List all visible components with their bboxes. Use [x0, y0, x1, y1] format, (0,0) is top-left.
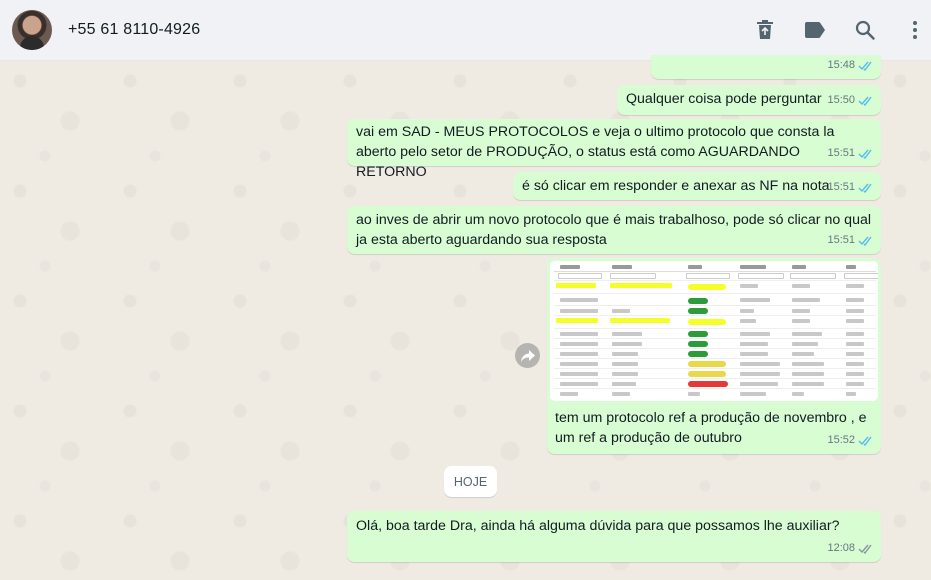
message-text: ao inves de abrir um novo protocolo que … — [356, 212, 871, 248]
message-time: 15:48 — [827, 59, 855, 71]
read-ticks-icon — [858, 61, 872, 71]
read-ticks-icon — [858, 436, 872, 446]
sheet-header-row — [554, 263, 876, 272]
menu-icon[interactable] — [903, 18, 927, 42]
read-ticks-icon — [858, 149, 872, 159]
protocol-screenshot-image[interactable] — [550, 261, 878, 401]
sheet-row — [554, 380, 876, 389]
read-ticks-icon — [858, 183, 872, 193]
search-icon[interactable] — [853, 18, 877, 42]
sheet-row — [554, 307, 876, 316]
message-bubble[interactable]: vai em SAD - MEUS PROTOCOLOS e veja o ul… — [347, 119, 881, 180]
sheet-row — [554, 360, 876, 369]
sheet-row — [554, 296, 876, 306]
message-text: tem um protocolo ref a produção de novem… — [555, 410, 867, 446]
message-time: 15:51 — [827, 181, 855, 193]
label-icon[interactable] — [803, 18, 827, 42]
delivered-ticks-icon — [858, 544, 872, 554]
message-bubble[interactable]: 15:48 — [651, 55, 881, 79]
day-divider: HOJE — [444, 466, 497, 497]
sheet-row — [554, 350, 876, 359]
message-text: Olá, boa tarde Dra, ainda há alguma dúvi… — [356, 518, 840, 534]
sheet-row-highlighted — [554, 282, 876, 294]
message-time: 12:08 — [827, 542, 855, 554]
sheet-row — [554, 370, 876, 379]
message-bubble[interactable]: Olá, boa tarde Dra, ainda há alguma dúvi… — [347, 511, 881, 562]
message-time: 15:50 — [827, 94, 855, 106]
message-bubble[interactable]: Qualquer coisa pode perguntar 15:50 — [617, 85, 881, 115]
message-time: 15:51 — [827, 147, 855, 159]
sheet-row — [554, 340, 876, 349]
avatar[interactable] — [12, 10, 52, 50]
read-ticks-icon — [858, 236, 872, 246]
read-ticks-icon — [858, 96, 872, 106]
delete-icon[interactable] — [753, 18, 777, 42]
message-time: 15:51 — [827, 234, 855, 246]
sheet-row-highlighted — [554, 317, 876, 329]
sheet-filter-row — [554, 272, 878, 281]
sheet-footer-row — [554, 390, 876, 399]
message-bubble[interactable]: é só clicar em responder e anexar as NF … — [513, 172, 881, 200]
message-text: é só clicar em responder e anexar as NF … — [522, 178, 830, 194]
message-bubble[interactable]: ao inves de abrir um novo protocolo que … — [347, 206, 881, 254]
message-time: 15:52 — [827, 434, 855, 446]
contact-name[interactable]: +55 61 8110-4926 — [68, 21, 200, 39]
sheet-row — [554, 330, 876, 339]
chat-header: +55 61 8110-4926 — [0, 0, 931, 61]
image-message-bubble[interactable]: tem um protocolo ref a produção de novem… — [547, 258, 881, 454]
forward-icon[interactable] — [515, 343, 540, 368]
